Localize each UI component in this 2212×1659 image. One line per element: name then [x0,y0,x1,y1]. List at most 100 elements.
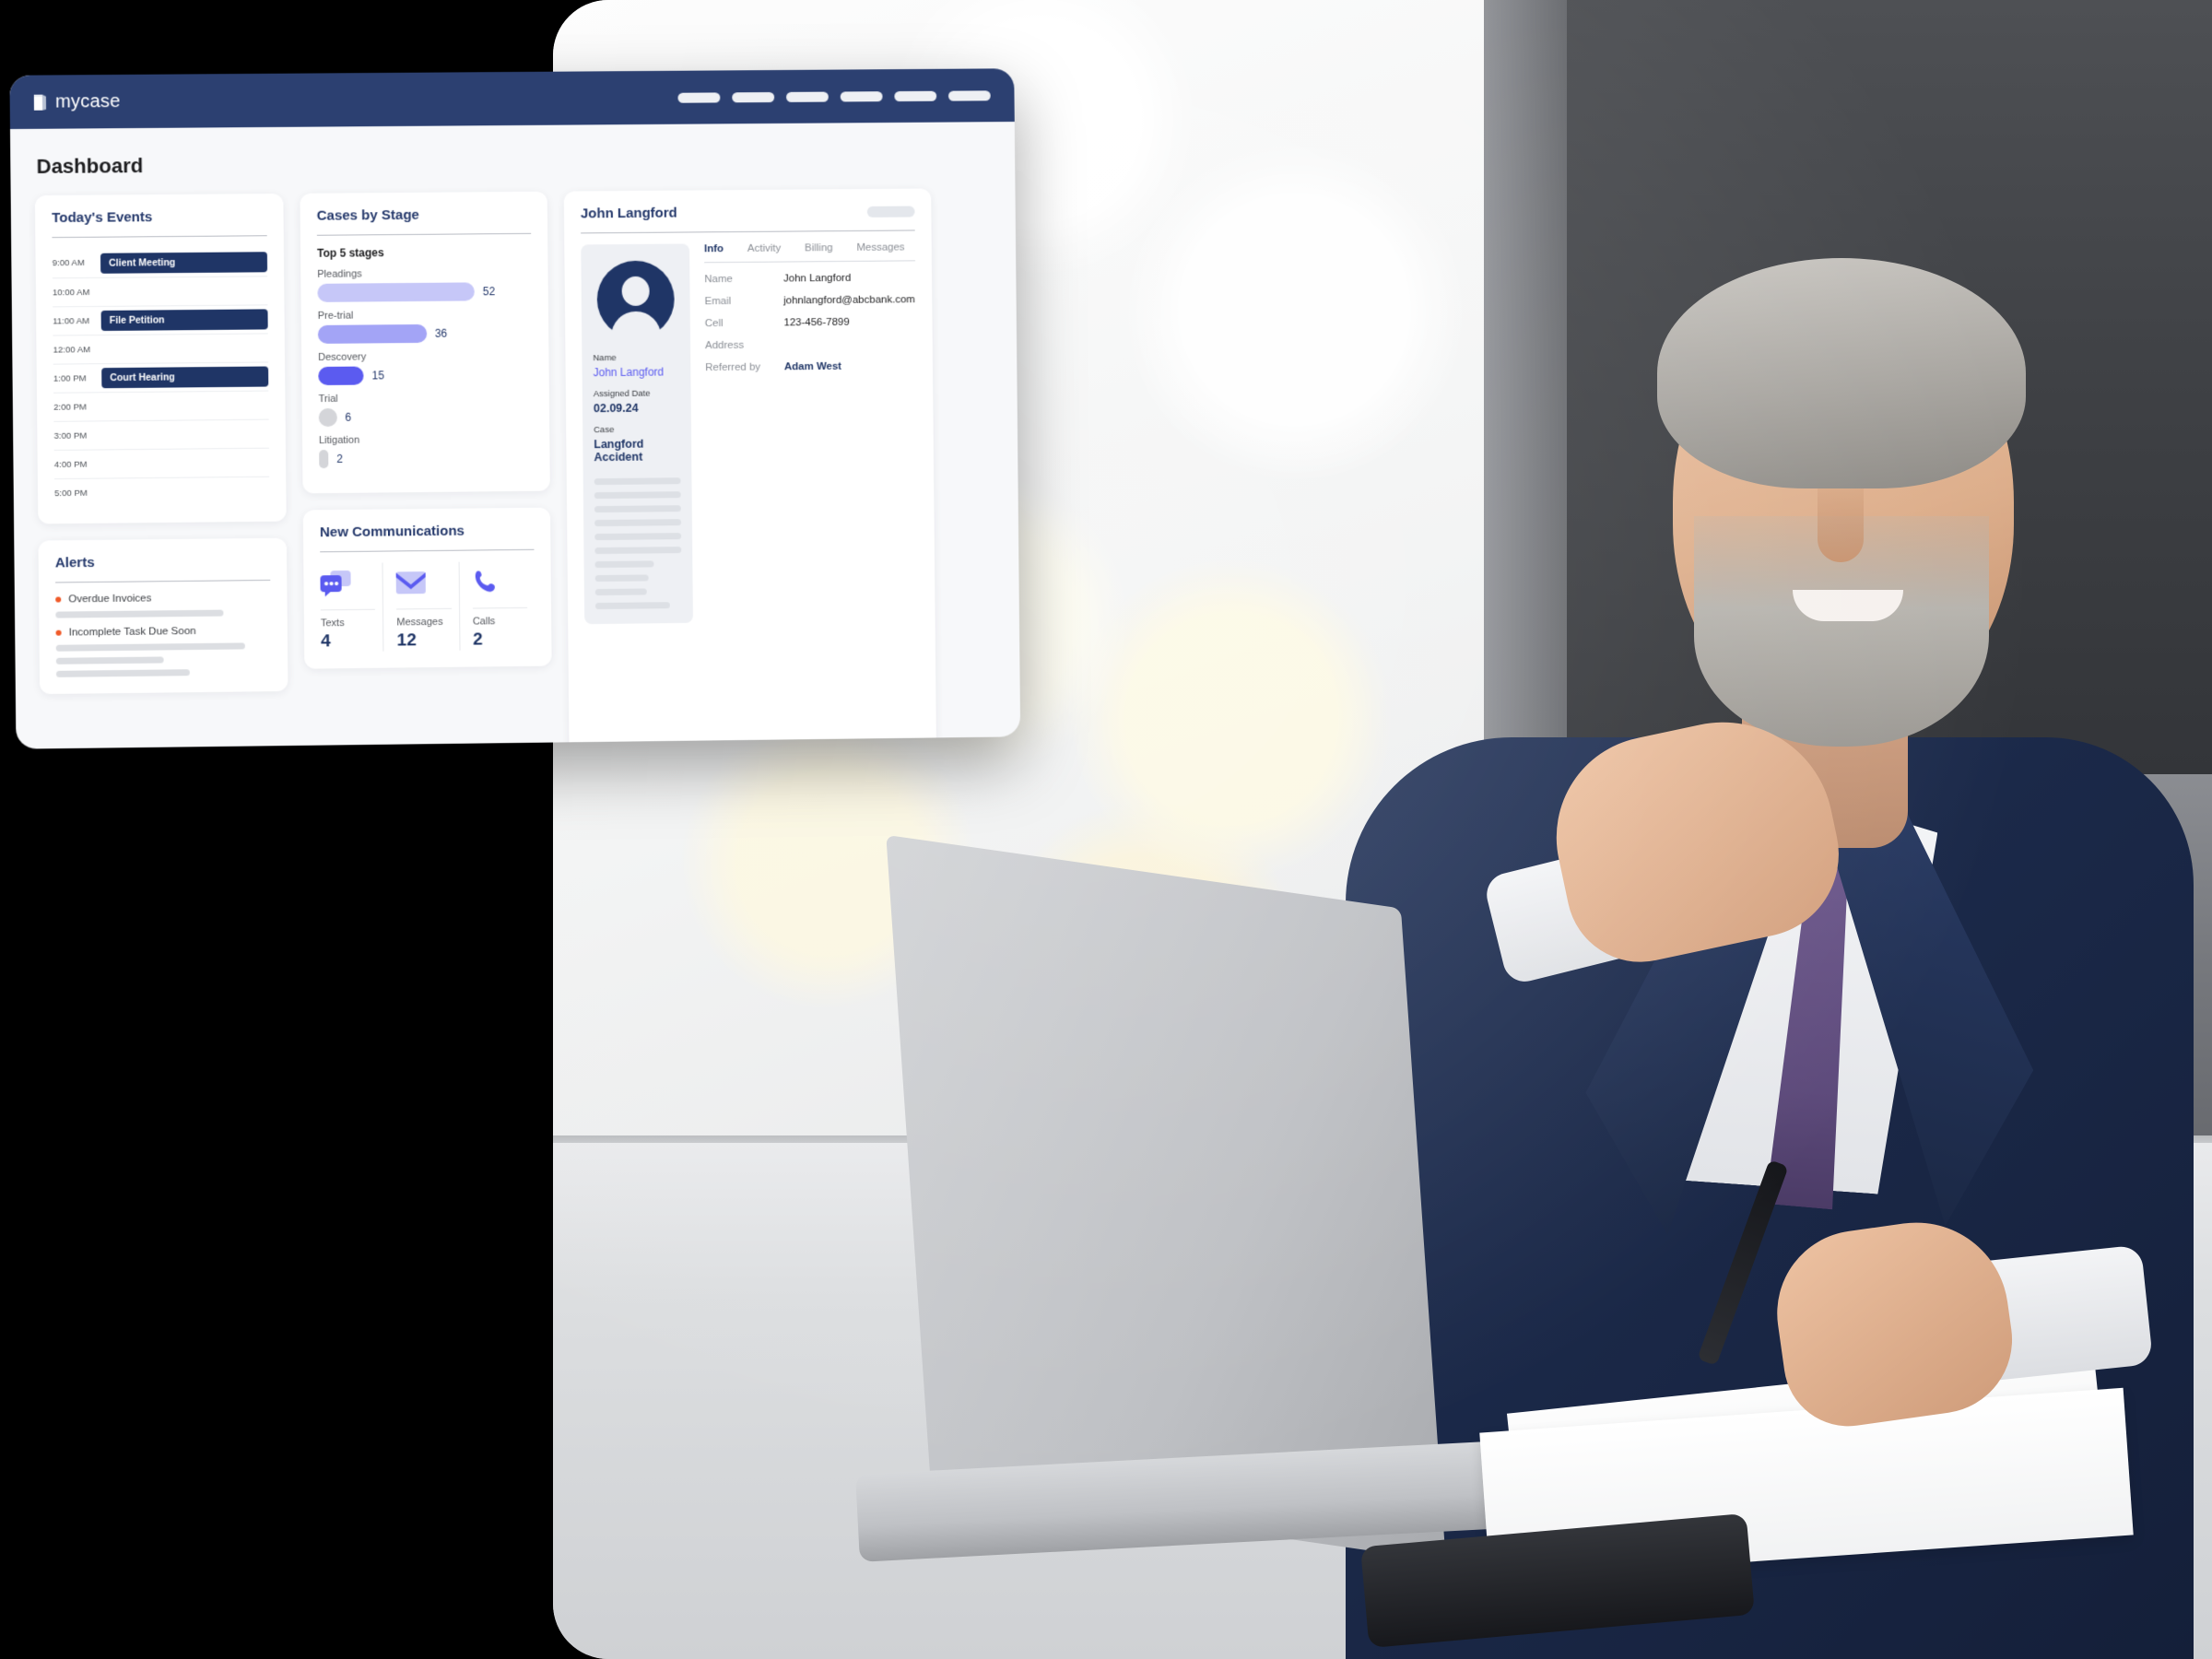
stage-bar-row: 2 [319,448,533,469]
stage-value: 2 [336,452,344,465]
tab-activity[interactable]: Activity [747,243,781,254]
side-case-label: Case [594,424,615,436]
stage-bar [318,366,364,386]
chat-bubbles-icon [320,563,375,605]
alert-dot-icon [55,629,62,636]
dashboard-grid: Today's Events 9:00 AM Client Meeting 10:0… [34,188,997,749]
tab-info[interactable]: Info [704,243,724,254]
event-row: 3:00 PM [53,418,269,450]
nav-pill-4[interactable] [840,90,883,101]
side-placeholder-line [594,602,670,610]
alerts-card: Alerts Overdue Invoices Incomplete Task D… [38,537,288,695]
phone-icon [472,561,527,603]
contact-card-header: John Langford [581,204,915,233]
contact-name-heading: John Langford [580,205,677,222]
alert-placeholder-line [55,609,224,618]
event-chip[interactable]: Court Hearing [101,366,269,389]
event-chip[interactable]: Client Meeting [100,251,268,274]
side-placeholder-line [594,519,681,527]
divider [396,607,452,610]
side-assigned-value: 02.09.24 [593,401,639,416]
side-name-label: Name [593,353,617,364]
screenshot-stage: mycase Dashboard Today's Events 9:00 AM … [0,0,2212,1659]
cases-by-stage-title: Cases by Stage [316,206,419,224]
side-case-value[interactable]: Langford Accident [594,437,680,465]
contact-field-value: 123-456-7899 [783,316,850,329]
events-list: 9:00 AM Client Meeting 10:00 AM 11:00 AM Fil… [52,247,270,508]
contact-tabs: Info Activity Billing Messages [703,241,916,264]
side-placeholder-line [594,505,681,513]
alert-item[interactable]: Overdue Invoices [55,592,270,606]
stage-bar-item: Descovery 15 [318,350,533,386]
brand-name: mycase [54,90,121,112]
communication-label: Texts [320,618,345,629]
side-placeholder-line [594,477,681,486]
nav-pill-2[interactable] [732,91,775,102]
event-time: 4:00 PM [53,459,88,470]
contact-side-panel: Name John Langford Assigned Date 02.09.2… [581,243,693,625]
divider [472,606,528,609]
nav-pill-3[interactable] [786,91,829,102]
envelope-icon [395,562,452,604]
nav-placeholders [677,89,991,103]
stage-bar-row: 36 [317,324,532,344]
contact-field-row: Address [705,338,916,351]
side-name-value[interactable]: John Langford [594,365,680,380]
event-row: 12:00 AM [53,333,269,364]
stage-bar-item: Pleadings 52 [317,267,532,302]
chart-subtitle: Top 5 stages [317,246,384,260]
user-avatar-icon [596,260,676,339]
event-row: 5:00 PM [53,476,270,508]
contact-field-row: Referred by Adam West [705,360,916,373]
event-time: 10:00 AM [52,287,90,298]
stage-value: 15 [371,369,384,382]
event-row: 11:00 AM File Petition [53,304,268,335]
divider [320,608,376,611]
book-icon [33,93,46,110]
contact-field-key: Cell [704,318,724,330]
contact-field-key: Referred by [705,361,761,374]
nav-pill-1[interactable] [677,91,721,103]
alert-placeholder-line [55,642,246,652]
tab-messages[interactable]: Messages [856,242,904,253]
contact-field-row: Email johnlangford@abcbank.com [705,294,916,307]
communication-label: Calls [472,616,496,628]
contact-action-placeholder[interactable] [866,206,915,218]
alert-item[interactable]: Incomplete Task Due Soon [55,625,271,639]
todays-events-title: Today's Events [52,209,153,227]
column-left: Today's Events 9:00 AM Client Meeting 10:0… [34,193,288,695]
stage-bar-row: 15 [318,365,532,386]
nav-pill-5[interactable] [894,90,937,101]
tab-billing[interactable]: Billing [805,242,833,253]
stage-label: Descovery [318,351,367,363]
side-placeholder-line [594,491,681,500]
event-row: 1:00 PM Court Hearing [53,361,269,393]
stage-bar [317,282,475,302]
page-title: Dashboard [36,154,144,179]
event-row: 4:00 PM [53,447,270,479]
event-time: 12:00 AM [53,344,91,356]
stage-bar-row: 6 [318,406,533,428]
contact-info-fields: Name John Langford Email johnlangford@abcba… [704,272,916,373]
event-chip[interactable]: File Petition [100,309,268,332]
side-placeholder-line [594,560,654,569]
stage-bar-chart: Pleadings 52 Pre-trial 36 Descovery 15 Trial 6 L… [317,267,534,469]
communication-value: 12 [396,630,417,651]
app-topbar: mycase [9,68,1015,130]
event-row: 9:00 AM Client Meeting [53,247,268,277]
stage-label: Trial [318,393,338,406]
communication-stat[interactable]: Texts 4 [320,563,382,653]
stage-bar-item: Trial 6 [318,392,534,428]
communication-stat[interactable]: Calls 2 [458,560,535,651]
communication-stat[interactable]: Messages 12 [382,561,460,652]
event-row: 2:00 PM [53,390,269,421]
side-placeholder-line [594,547,682,555]
column-right: John Langford Name John Langford Assigne… [563,188,936,749]
brand-logo[interactable]: mycase [32,91,121,113]
stage-label: Pleadings [317,268,362,280]
alert-label: Incomplete Task Due Soon [68,625,196,639]
dashboard-window: mycase Dashboard Today's Events 9:00 AM … [9,68,1021,749]
stage-bar [317,324,427,344]
todays-events-card: Today's Events 9:00 AM Client Meeting 10:0… [34,193,287,524]
nav-pill-6[interactable] [948,89,991,101]
